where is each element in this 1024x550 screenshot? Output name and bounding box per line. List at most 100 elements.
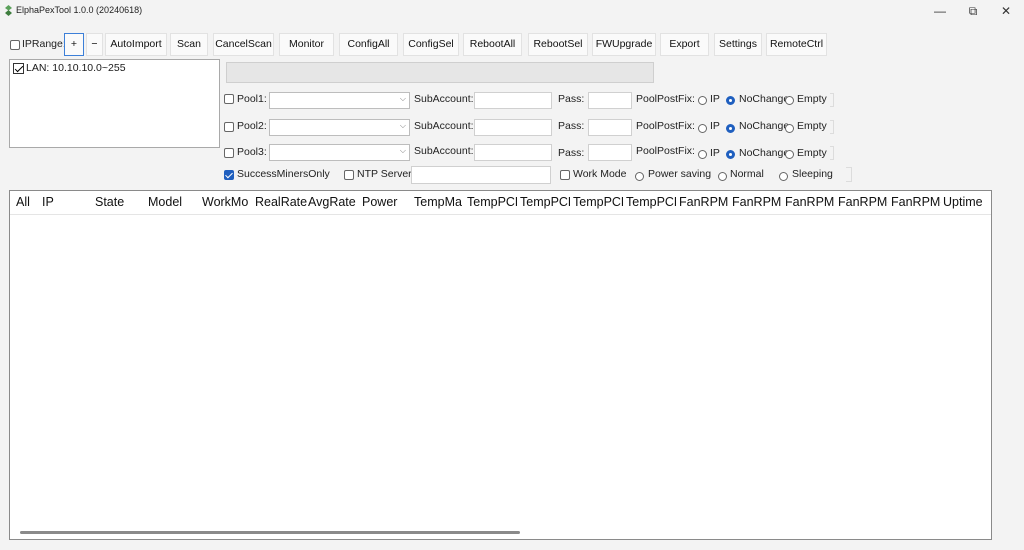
pool1-subaccount-label: SubAccount: xyxy=(414,93,474,105)
sleeping-radio[interactable] xyxy=(779,170,788,182)
normal-radio[interactable] xyxy=(718,170,727,182)
pool3-ip-radio[interactable] xyxy=(698,148,707,160)
work-mode-label: Work Mode xyxy=(573,168,627,180)
pool1-postfix-label: PoolPostFix: xyxy=(636,93,695,105)
pool1-empty-radio[interactable] xyxy=(785,94,794,106)
scan-button[interactable]: Scan xyxy=(170,33,208,56)
column-header-realrate[interactable]: RealRate xyxy=(255,195,308,209)
column-header-fanrpmout-2[interactable]: FanRPMc xyxy=(891,195,941,209)
pool3-ip-label: IP xyxy=(710,147,720,159)
iprange-checkbox[interactable] xyxy=(10,39,20,51)
column-header-fanrpmin-1[interactable]: FanRPMi xyxy=(732,195,782,209)
pool3-subaccount-input[interactable] xyxy=(474,144,552,161)
normal-label: Normal xyxy=(730,168,764,180)
close-button[interactable]: ✕ xyxy=(991,2,1021,20)
pool2-nochange-radio[interactable] xyxy=(726,122,735,134)
add-range-button[interactable]: + xyxy=(64,33,84,56)
pool2-empty-radio[interactable] xyxy=(785,122,794,134)
pool1-url-combo[interactable]: ⌵ xyxy=(269,92,410,109)
column-header-avgrate[interactable]: AvgRate xyxy=(308,195,360,209)
column-header-fanrpmin-2[interactable]: FanRPMi xyxy=(785,195,835,209)
ntp-server-checkbox[interactable] xyxy=(344,169,354,181)
rebootsel-button[interactable]: RebootSel xyxy=(528,33,588,56)
pool1-ip-radio[interactable] xyxy=(698,94,707,106)
lan-range-label: LAN: 10.10.10.0~255 xyxy=(26,62,126,74)
pool1-subaccount-input[interactable] xyxy=(474,92,552,109)
pool2-ip-radio[interactable] xyxy=(698,122,707,134)
cancelscan-button[interactable]: CancelScan xyxy=(213,33,274,56)
pool3-nochange-radio[interactable] xyxy=(726,148,735,160)
pool2-pass-input[interactable] xyxy=(588,119,632,136)
remove-range-button[interactable]: − xyxy=(86,33,103,56)
column-header-temppcb-1[interactable]: TempPCE xyxy=(467,195,517,209)
horizontal-scrollbar[interactable] xyxy=(20,531,520,534)
pool3-group-edge xyxy=(830,146,834,160)
pool1-group-edge xyxy=(830,93,834,107)
remotectrl-button[interactable]: RemoteCtrl xyxy=(766,33,827,56)
rebootall-button[interactable]: RebootAll xyxy=(463,33,522,56)
title-bar: ElphaPexTool 1.0.0 (20240618) — ⧉ ✕ xyxy=(0,0,1024,22)
configsel-button[interactable]: ConfigSel xyxy=(403,33,459,56)
pool2-url-combo[interactable]: ⌵ xyxy=(269,119,410,136)
lan-range-checkbox[interactable] xyxy=(13,63,24,74)
app-logo-icon xyxy=(5,5,12,16)
iprange-label: IPRange: xyxy=(22,38,66,50)
pool2-checkbox[interactable] xyxy=(224,121,234,133)
scan-progress-bar xyxy=(226,62,654,83)
pool3-checkbox[interactable] xyxy=(224,147,234,159)
pool2-empty-label: Empty xyxy=(797,120,827,132)
pool3-nochange-label: NoChange xyxy=(739,147,790,159)
chevron-down-icon: ⌵ xyxy=(399,121,406,130)
pool2-nochange-label: NoChange xyxy=(739,120,790,132)
success-miners-only-label: SuccessMinersOnly xyxy=(237,168,330,180)
monitor-button[interactable]: Monitor xyxy=(279,33,334,56)
ntp-server-label: NTP Server xyxy=(357,168,412,180)
pool2-subaccount-input[interactable] xyxy=(474,119,552,136)
pool3-pass-input[interactable] xyxy=(588,144,632,161)
pool1-checkbox[interactable] xyxy=(224,93,234,105)
column-header-workmode[interactable]: WorkMo xyxy=(202,195,254,209)
power-saving-label: Power saving xyxy=(648,168,712,180)
column-header-temppcb-3[interactable]: TempPCE xyxy=(573,195,623,209)
pool1-pass-label: Pass: xyxy=(558,93,585,105)
pool1-label: Pool1: xyxy=(237,93,267,105)
power-saving-radio[interactable] xyxy=(635,170,644,182)
column-header-power[interactable]: Power xyxy=(362,195,414,209)
column-header-uptime[interactable]: Uptime xyxy=(943,195,989,209)
column-header-temppcb-2[interactable]: TempPCE xyxy=(520,195,570,209)
autoimport-button[interactable]: AutoImport xyxy=(105,33,167,56)
minimize-button[interactable]: — xyxy=(925,2,955,20)
settings-button[interactable]: Settings xyxy=(714,33,762,56)
pool2-group-edge xyxy=(830,120,834,134)
pool1-pass-input[interactable] xyxy=(588,92,632,109)
column-header-tempmax[interactable]: TempMa xyxy=(414,195,464,209)
pool3-label: Pool3: xyxy=(237,146,267,158)
configall-button[interactable]: ConfigAll xyxy=(339,33,398,56)
pool3-empty-radio[interactable] xyxy=(785,148,794,160)
restore-button[interactable]: ⧉ xyxy=(958,2,988,20)
pool1-nochange-radio[interactable] xyxy=(726,94,735,106)
pool2-postfix-label: PoolPostFix: xyxy=(636,120,695,132)
chevron-down-icon: ⌵ xyxy=(399,94,406,103)
column-header-ip[interactable]: IP xyxy=(42,195,54,209)
pool2-subaccount-label: SubAccount: xyxy=(414,120,474,132)
chevron-down-icon: ⌵ xyxy=(399,146,406,155)
column-header-model[interactable]: Model xyxy=(148,195,182,209)
column-header-temppcb-4[interactable]: TempPCE xyxy=(626,195,676,209)
fwupgrade-button[interactable]: FWUpgrade xyxy=(592,33,656,56)
sleeping-label: Sleeping xyxy=(792,168,833,180)
pool1-ip-label: IP xyxy=(710,93,720,105)
column-header-all[interactable]: All xyxy=(16,195,30,209)
ntp-server-input[interactable] xyxy=(411,166,551,184)
miner-table[interactable]: All IP State Model WorkMo RealRate AvgRa… xyxy=(9,190,992,540)
success-miners-only-checkbox[interactable] xyxy=(224,169,234,181)
pool3-empty-label: Empty xyxy=(797,147,827,159)
column-header-fanrpmout-1[interactable]: FanRPMc xyxy=(838,195,888,209)
column-header-state[interactable]: State xyxy=(95,195,124,209)
work-mode-checkbox[interactable] xyxy=(560,169,570,181)
window-title: ElphaPexTool 1.0.0 (20240618) xyxy=(16,5,143,15)
export-button[interactable]: Export xyxy=(660,33,709,56)
pool3-url-combo[interactable]: ⌵ xyxy=(269,144,410,161)
ip-range-list[interactable]: LAN: 10.10.10.0~255 xyxy=(9,59,220,148)
column-header-fanrpm[interactable]: FanRPM xyxy=(679,195,731,209)
